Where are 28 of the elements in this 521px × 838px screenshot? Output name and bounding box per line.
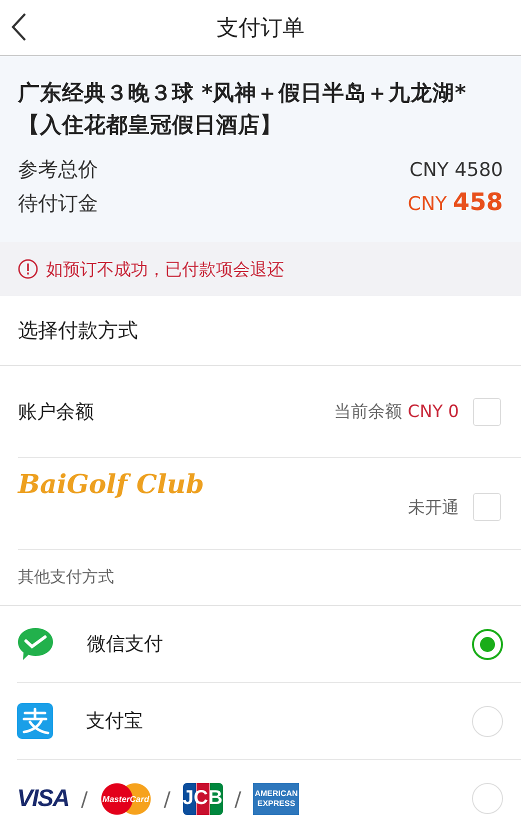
price-amount: CNY 4580 [410,159,503,181]
back-icon[interactable] [10,12,28,42]
club-logo: BaiGolf Club [18,470,206,500]
price-label: 参考总价 [18,156,98,183]
card-logo: AMERICAN EXPRESS [253,782,300,814]
payment-method-label[interactable]: 支付宝 [86,708,472,734]
separator: / [164,786,171,810]
status-text: 未开通 [408,496,459,518]
checkbox[interactable] [473,493,501,521]
payment-app-icon [17,703,53,739]
section-title: 选择付款方式 [0,296,521,366]
subsection-title: 其他支付方式 [0,550,521,606]
account-label: 账户余额 [18,400,95,424]
separator: / [234,786,242,810]
separator: / [81,786,88,810]
warning-icon [18,259,38,279]
balance-label: 当前余额 [334,401,402,423]
balance-amount: CNY 0 [408,402,459,422]
payment-method-label[interactable]: 微信支付 [87,631,472,657]
page-title: 支付订单 [216,14,304,42]
checkbox[interactable] [473,398,501,426]
radio-button[interactable] [472,628,503,660]
refund-notice: 如预订不成功，已付款项会退还 [46,258,284,280]
chat-bubble-icon [17,627,54,661]
price-amount: CNY 458 [408,188,503,216]
order-title: 广东经典３晚３球 *风神＋假日半岛＋九龙湖*【入住花都皇冠假日酒店】 [18,80,467,140]
price-label: 待付订金 [18,190,98,217]
card-logo: VISA [17,784,70,812]
